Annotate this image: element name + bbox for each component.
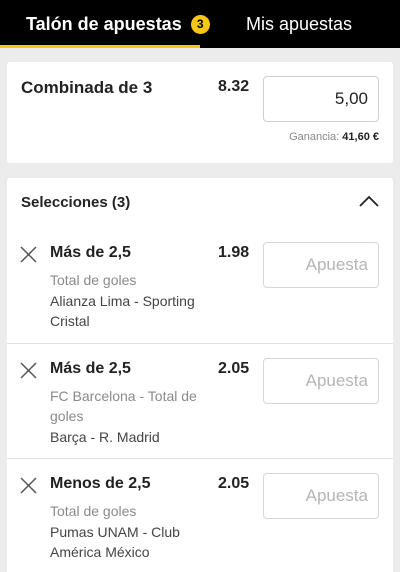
- selection-event: Pumas UNAM - Club América México: [50, 524, 180, 560]
- combo-bet-card: Combinada de 3 8.32 Ganancia: 41,60 €: [7, 62, 393, 163]
- close-icon[interactable]: [20, 477, 37, 494]
- potential-winnings: Ganancia: 41,60 €: [289, 131, 379, 143]
- selection-market: FC Barcelona - Total de goles: [50, 388, 197, 424]
- selection-market: Total de goles: [50, 503, 137, 519]
- tab-my-bets[interactable]: Mis apuestas: [246, 0, 352, 48]
- betslip-count-badge: 3: [190, 14, 210, 34]
- selection-row: Más de 2,5 2.05 FC Barcelona - Total de …: [7, 343, 393, 458]
- selection-odds: 2.05: [218, 360, 250, 377]
- tab-betslip-label: Talón de apuestas: [26, 13, 182, 34]
- combo-odds: 8.32: [218, 78, 250, 95]
- selections-card: Selecciones (3) Más de 2,5 1.98 Total de…: [7, 178, 393, 572]
- selection-odds: 1.98: [218, 244, 250, 261]
- selections-header: Selecciones (3): [21, 194, 131, 211]
- selection-event: Barça - R. Madrid: [50, 429, 160, 445]
- winnings-value: 41,60 €: [342, 131, 379, 143]
- combo-title: Combinada de 3: [21, 78, 153, 97]
- tab-bar: Talón de apuestas 3 Mis apuestas: [0, 0, 400, 48]
- selection-stake-input[interactable]: [263, 473, 379, 519]
- selection-row: Menos de 2,5 2.05 Total de goles Pumas U…: [7, 458, 393, 572]
- selection-stake-input[interactable]: [263, 358, 379, 404]
- selection-name: Más de 2,5: [50, 360, 131, 377]
- selection-stake-input[interactable]: [263, 242, 379, 288]
- combo-stake-input[interactable]: [263, 76, 379, 122]
- close-icon[interactable]: [20, 362, 37, 379]
- selection-name: Menos de 2,5: [50, 475, 151, 492]
- selection-market: Total de goles: [50, 272, 137, 288]
- active-tab-indicator: [0, 45, 200, 48]
- close-icon[interactable]: [20, 246, 37, 263]
- tab-my-bets-label: Mis apuestas: [246, 13, 353, 34]
- selection-event: Alianza Lima - Sporting Cristal: [50, 293, 195, 329]
- selection-row: Más de 2,5 1.98 Total de goles Alianza L…: [7, 228, 393, 343]
- selection-name: Más de 2,5: [50, 244, 131, 261]
- winnings-label: Ganancia:: [289, 131, 340, 143]
- selection-odds: 2.05: [218, 475, 250, 492]
- tab-betslip[interactable]: Talón de apuestas 3: [26, 0, 210, 48]
- chevron-up-icon[interactable]: [359, 195, 379, 207]
